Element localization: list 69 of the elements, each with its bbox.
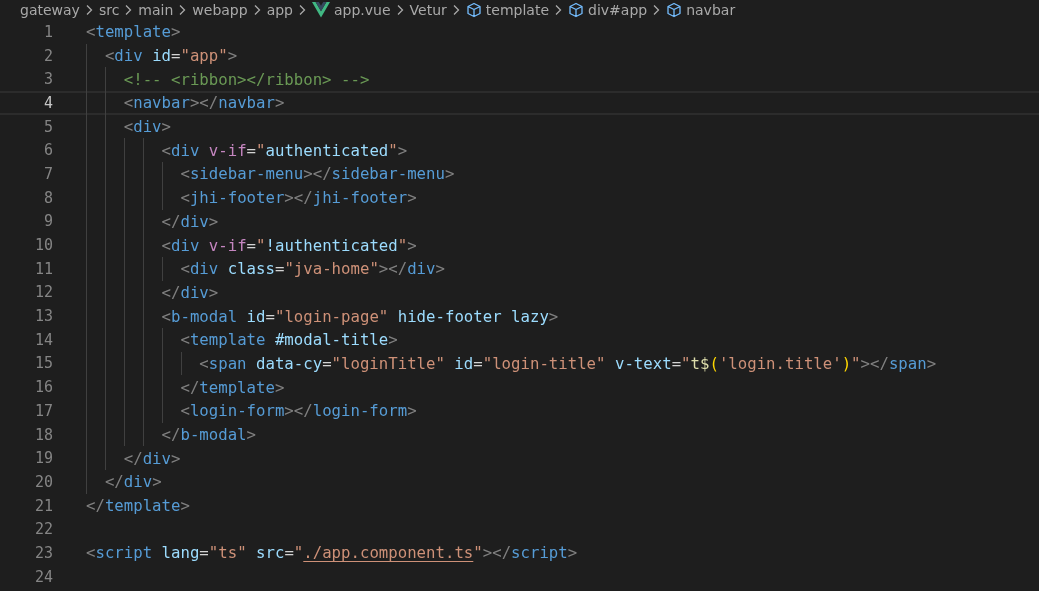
chevron-icon bbox=[84, 4, 94, 16]
code-line: </div> bbox=[122, 448, 181, 468]
line-number: 10 bbox=[33, 236, 53, 255]
code-line: </b-modal> bbox=[160, 425, 257, 445]
breadcrumb-item[interactable]: main bbox=[138, 2, 174, 18]
line-number: 21 bbox=[33, 496, 53, 515]
line-number: 24 bbox=[33, 567, 53, 586]
code-line: </template> bbox=[86, 496, 190, 516]
line-number: 2 bbox=[42, 46, 53, 65]
code-line: <sidebar-menu></sidebar-menu> bbox=[179, 164, 455, 184]
line-number: 20 bbox=[33, 472, 53, 491]
v-logo-icon bbox=[312, 2, 330, 18]
line-number: 3 bbox=[42, 70, 53, 89]
code-line: <div id="app"> bbox=[103, 46, 238, 66]
code-line: </template> bbox=[179, 377, 285, 397]
code-line: <script lang="ts" src="./app.component.ts"></script> bbox=[86, 543, 578, 563]
code-line: <b-modal id="login-page" hide-footer lazy> bbox=[160, 306, 559, 326]
chevron-icon bbox=[298, 4, 307, 16]
breadcrumb-item[interactable]: Vetur bbox=[409, 2, 447, 18]
cube-icon bbox=[666, 2, 683, 18]
breadcrumb-item[interactable]: app.vue bbox=[334, 2, 391, 18]
chevron-icon bbox=[252, 4, 262, 16]
line-number: 7 bbox=[42, 164, 53, 183]
line-number: 13 bbox=[33, 307, 53, 326]
breadcrumb-item[interactable]: template bbox=[485, 2, 549, 18]
breadcrumb-item[interactable]: webapp bbox=[192, 2, 248, 18]
line-number: 18 bbox=[33, 425, 53, 444]
code-line: <navbar></navbar> bbox=[122, 93, 285, 113]
code-line: <div class="jva-home"></div> bbox=[179, 259, 445, 279]
line-number: 17 bbox=[33, 401, 53, 420]
code-line: </div> bbox=[103, 472, 162, 492]
line-number: 5 bbox=[42, 117, 53, 136]
code-line: <div v-if="!authenticated"> bbox=[160, 235, 417, 255]
line-number: 9 bbox=[42, 212, 53, 231]
line-number: 12 bbox=[33, 283, 53, 302]
code-line: <div v-if="authenticated"> bbox=[160, 140, 408, 160]
code-line: </div> bbox=[160, 211, 219, 231]
line-number: 16 bbox=[33, 378, 53, 397]
code-line: <template> bbox=[86, 22, 181, 42]
code-line: <jhi-footer></jhi-footer> bbox=[179, 188, 417, 208]
line-number: 15 bbox=[33, 354, 53, 373]
breadcrumb-item[interactable]: div#app bbox=[588, 2, 648, 18]
line-number: 1 bbox=[42, 22, 53, 41]
chevron-icon bbox=[124, 4, 134, 16]
chevron-icon bbox=[554, 4, 563, 16]
chevron-icon bbox=[652, 4, 662, 16]
breadcrumb-item[interactable]: src bbox=[98, 2, 120, 18]
line-number: 11 bbox=[33, 259, 53, 278]
code-line: <!-- <ribbon></ribbon> --> bbox=[122, 69, 370, 89]
cube-icon bbox=[465, 2, 482, 18]
cube-icon bbox=[568, 2, 584, 18]
line-number: 6 bbox=[42, 141, 53, 160]
code-line: <login-form></login-form> bbox=[179, 401, 417, 421]
chevron-icon bbox=[395, 4, 405, 16]
breadcrumb-item[interactable]: navbar bbox=[686, 2, 736, 18]
code-line: </div> bbox=[160, 282, 219, 302]
code-line: <div> bbox=[122, 117, 172, 137]
breadcrumb-item[interactable]: app bbox=[266, 2, 293, 18]
line-number: 14 bbox=[33, 330, 53, 349]
line-number: 22 bbox=[33, 520, 53, 539]
chevron-icon bbox=[178, 4, 188, 16]
code-line: <template #modal-title> bbox=[179, 330, 398, 350]
line-number: 19 bbox=[33, 449, 53, 468]
line-number: 23 bbox=[33, 543, 53, 562]
line-number: 8 bbox=[42, 188, 53, 207]
line-number: 4 bbox=[42, 93, 53, 112]
chevron-icon bbox=[451, 4, 461, 16]
breadcrumb-item[interactable]: gateway bbox=[20, 2, 80, 18]
code-line: <span data-cy="loginTitle" id="login-title" v-text="t$('login.title')"></span> bbox=[198, 353, 937, 373]
